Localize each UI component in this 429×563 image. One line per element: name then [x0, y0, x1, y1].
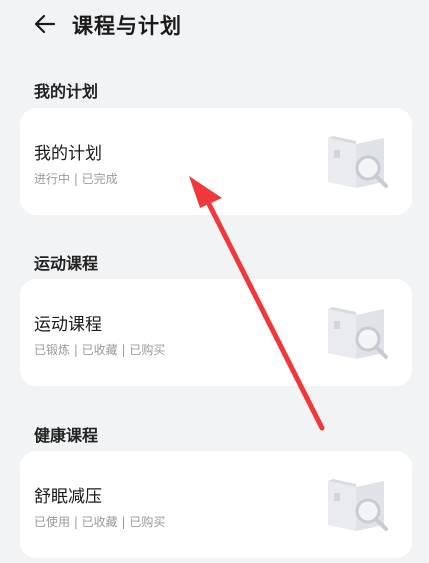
book-search-icon: [328, 307, 388, 359]
arrow-left-icon: [34, 14, 56, 34]
card-title: 运动课程: [34, 315, 102, 335]
card-subtitle: 已锻炼 | 已收藏 | 已购买: [34, 343, 166, 357]
section-title-my-plan: 我的计划: [34, 82, 99, 101]
header: 课程与计划: [0, 0, 429, 48]
page-title: 课程与计划: [72, 14, 182, 38]
card-sports-courses[interactable]: 运动课程 已锻炼 | 已收藏 | 已购买: [20, 279, 412, 386]
book-search-icon: [328, 136, 388, 188]
section-title-sports-courses: 运动课程: [34, 254, 99, 273]
card-subtitle: 进行中 | 已完成: [34, 172, 118, 186]
back-button[interactable]: [32, 12, 58, 36]
card-title: 舒眠减压: [34, 487, 102, 507]
section-title-health-courses: 健康课程: [34, 426, 99, 445]
card-sleep-relax[interactable]: 舒眠减压 已使用 | 已收藏 | 已购买: [20, 451, 412, 558]
book-search-icon: [328, 479, 388, 531]
card-my-plan[interactable]: 我的计划 进行中 | 已完成: [20, 108, 412, 215]
card-subtitle: 已使用 | 已收藏 | 已购买: [34, 515, 166, 529]
card-title: 我的计划: [34, 144, 102, 164]
